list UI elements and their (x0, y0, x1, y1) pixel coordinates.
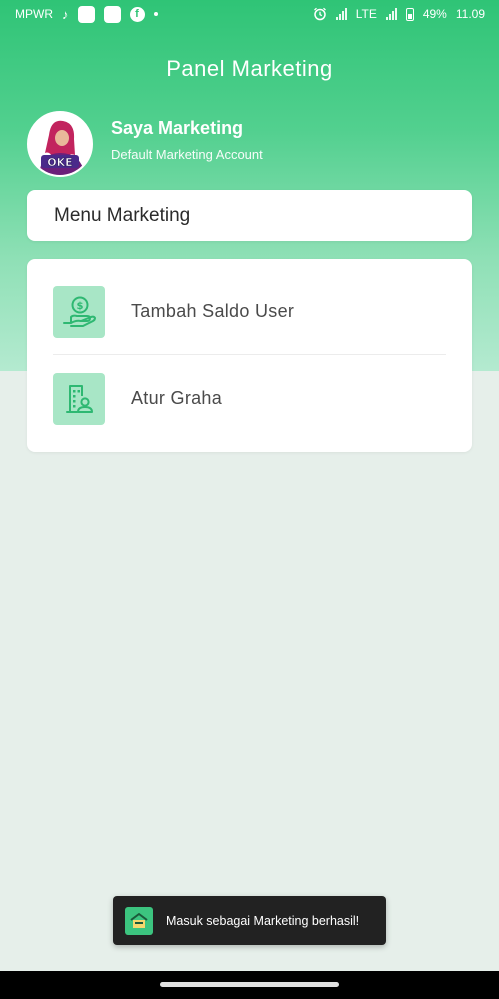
menu-item-label: Tambah Saldo User (131, 301, 295, 321)
app-icon (77, 5, 95, 23)
clock-label: 11.09 (455, 7, 485, 21)
menu-item-atur-graha[interactable]: Atur Graha (27, 355, 472, 442)
avatar[interactable]: OKE (27, 111, 93, 177)
profile-subtitle: Default Marketing Account (111, 147, 263, 162)
app-icon-2 (103, 5, 121, 23)
building-user-icon (53, 372, 105, 425)
battery-label: 49% (422, 7, 447, 21)
carrier-label: MPWR (15, 7, 53, 21)
menu-header-card: Menu Marketing (27, 190, 472, 241)
status-right: LTE 49% 11.09 (313, 7, 485, 21)
network-type-label: LTE (355, 7, 377, 21)
avatar-sticker-text: OKE (47, 156, 72, 169)
svg-text:$: $ (77, 301, 84, 312)
app-logo-icon (125, 906, 153, 935)
navigation-bar (0, 971, 499, 999)
facebook-icon: f (129, 6, 145, 22)
menu-header-label: Menu Marketing (54, 204, 191, 226)
toast-message: Masuk sebagai Marketing berhasil! (166, 913, 360, 928)
avatar-image: OKE (29, 113, 91, 175)
signal-icon-2 (385, 8, 397, 20)
toast-notification: Masuk sebagai Marketing berhasil! (113, 896, 386, 945)
alarm-icon (313, 7, 326, 21)
hand-money-icon: $ (53, 285, 105, 338)
more-notifications-dot-icon (153, 12, 158, 16)
menu-item-tambah-saldo-user[interactable]: $ Tambah Saldo User (27, 268, 472, 355)
status-bar: MPWR ♪ f LTE 49% 11.09 (0, 0, 499, 28)
menu-item-label: Atur Graha (131, 388, 223, 408)
tiktok-icon: ♪ (62, 6, 69, 22)
signal-icon (335, 8, 347, 20)
menu-card: $ Tambah Saldo User Atur Graha (27, 259, 472, 452)
page-title: Panel Marketing (166, 56, 333, 81)
status-left: MPWR ♪ f (15, 5, 158, 23)
profile-name: Saya Marketing (111, 118, 244, 138)
battery-icon (405, 7, 414, 21)
home-gesture-handle[interactable] (160, 982, 339, 987)
